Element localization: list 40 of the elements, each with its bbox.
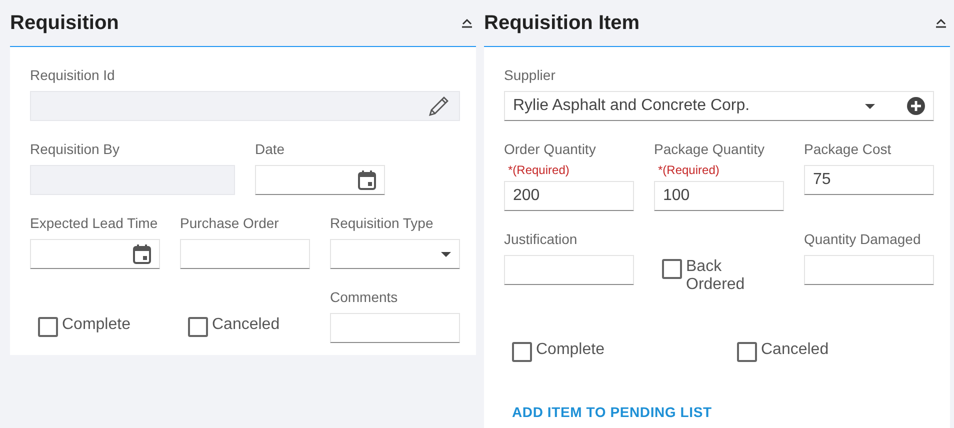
- field-label: Supplier: [504, 67, 556, 85]
- checkbox[interactable]: Complete: [30, 289, 160, 337]
- panel-title: Requisition: [10, 12, 119, 34]
- field-label: Justification: [504, 231, 578, 249]
- required-note: *(Required): [658, 163, 720, 177]
- field-label: Date: [255, 141, 286, 159]
- calendar-icon[interactable]: [133, 244, 151, 264]
- input-field[interactable]: 200: [504, 181, 634, 211]
- input-field[interactable]: 75: [804, 165, 934, 195]
- caret-icon[interactable]: [441, 252, 451, 256]
- input-field[interactable]: 100: [654, 181, 784, 211]
- panel-title: Requisition Item: [484, 12, 640, 34]
- field-label: Package Cost: [804, 141, 892, 159]
- field-label: Order Quantity: [504, 141, 597, 159]
- field-label: Comments: [330, 289, 399, 307]
- input-field[interactable]: [330, 313, 460, 343]
- dropdown-field[interactable]: [330, 239, 460, 269]
- collapse-icon[interactable]: [936, 18, 946, 28]
- field-label: Requisition Id: [30, 67, 116, 85]
- caret-icon[interactable]: [865, 104, 875, 108]
- dropdown-field[interactable]: Rylie Asphalt and Concrete Corp.: [504, 91, 934, 121]
- field-label: Quantity Damaged: [804, 231, 922, 249]
- field-label: Expected Lead Time: [30, 215, 159, 233]
- input-field[interactable]: [504, 255, 634, 285]
- input-field[interactable]: [804, 255, 934, 285]
- add-icon[interactable]: [907, 97, 925, 115]
- field-label: Package Quantity: [654, 141, 766, 159]
- collapse-icon[interactable]: [462, 18, 472, 28]
- field-label: Requisition By: [30, 141, 120, 159]
- field-label: Requisition Type: [330, 215, 434, 233]
- input-field[interactable]: [255, 165, 385, 195]
- checkbox[interactable]: Canceled: [180, 289, 310, 337]
- checkbox[interactable]: Canceled: [729, 314, 859, 362]
- field-label: Purchase Order: [180, 215, 280, 233]
- calendar-icon[interactable]: [358, 170, 376, 190]
- checkbox[interactable]: Back Ordered: [654, 231, 784, 294]
- input-field[interactable]: [180, 239, 310, 269]
- checkbox[interactable]: Complete: [504, 314, 709, 362]
- input-field[interactable]: [30, 239, 160, 269]
- required-note: *(Required): [508, 163, 570, 177]
